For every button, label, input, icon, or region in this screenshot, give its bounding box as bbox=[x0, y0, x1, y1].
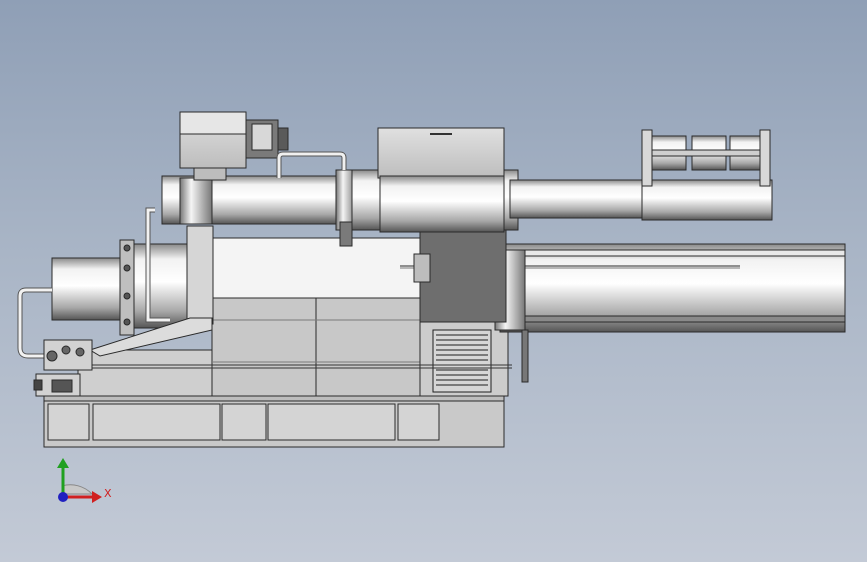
base-frame bbox=[43, 394, 505, 448]
ejector-unit bbox=[641, 129, 771, 187]
gearbox bbox=[413, 225, 507, 323]
x-axis-label: X bbox=[104, 487, 112, 500]
extruder-assembly-drawing[interactable]: X bbox=[0, 0, 867, 562]
drive-motor bbox=[179, 111, 289, 181]
coordinate-triad: X bbox=[57, 458, 112, 503]
cad-viewport[interactable]: X bbox=[0, 0, 867, 562]
coolant-pipe-top bbox=[276, 151, 347, 178]
hopper-box bbox=[377, 127, 505, 233]
vent-grille bbox=[432, 329, 492, 393]
